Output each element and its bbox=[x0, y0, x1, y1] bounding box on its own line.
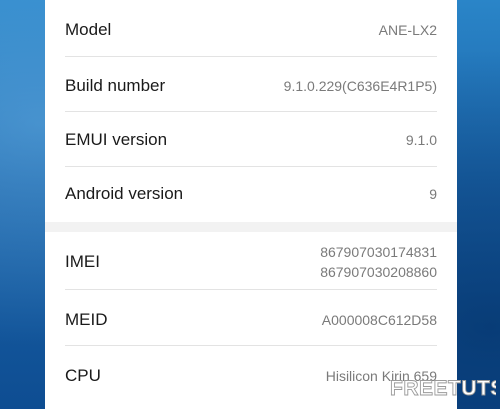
android-version-value: 9 bbox=[429, 186, 437, 202]
svg-text:FREETUTS: FREETUTS bbox=[390, 377, 496, 400]
imei-label: IMEI bbox=[65, 252, 100, 271]
about-phone-screen: Model ANE-LX2 Build number 9.1.0.229(C63… bbox=[45, 0, 457, 409]
device-info-card: Model ANE-LX2 Build number 9.1.0.229(C63… bbox=[45, 0, 457, 222]
meid-label: MEID bbox=[65, 310, 108, 329]
model-value: ANE-LX2 bbox=[378, 22, 437, 38]
model-label: Model bbox=[65, 20, 112, 39]
android-version-row[interactable]: Android version 9 bbox=[45, 167, 457, 222]
build-number-value: 9.1.0.229(C636E4R1P5) bbox=[283, 78, 437, 94]
imei-row[interactable]: IMEI 867907030174831 867907030208860 bbox=[45, 232, 457, 290]
android-version-label: Android version bbox=[65, 184, 184, 203]
build-number-label: Build number bbox=[65, 76, 166, 95]
emui-version-label: EMUI version bbox=[65, 130, 168, 149]
meid-row[interactable]: MEID A000008C612D58 bbox=[45, 290, 457, 346]
imei-value-2: 867907030208860 bbox=[320, 264, 437, 280]
imei-values: 867907030174831 867907030208860 bbox=[320, 242, 437, 282]
emui-version-row[interactable]: EMUI version 9.1.0 bbox=[45, 112, 457, 167]
cpu-label: CPU bbox=[65, 366, 101, 385]
meid-value: A000008C612D58 bbox=[321, 312, 437, 328]
imei-value-1: 867907030174831 bbox=[320, 244, 437, 260]
build-number-row[interactable]: Build number 9.1.0.229(C636E4R1P5) bbox=[45, 57, 457, 112]
emui-version-value: 9.1.0 bbox=[405, 132, 437, 148]
freetuts-watermark-logo: FREETUTS bbox=[390, 377, 496, 401]
model-row[interactable]: Model ANE-LX2 bbox=[45, 0, 457, 57]
